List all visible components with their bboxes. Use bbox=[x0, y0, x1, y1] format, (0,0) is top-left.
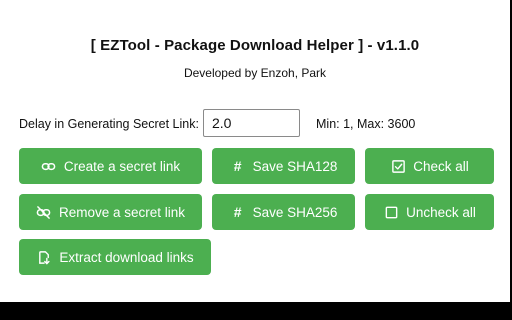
check-all-label: Check all bbox=[413, 158, 469, 174]
extract-download-links-label: Extract download links bbox=[59, 249, 194, 265]
hash-icon: # bbox=[233, 158, 242, 174]
check-all-button[interactable]: Check all bbox=[365, 148, 494, 184]
popup-panel: [ EZTool - Package Download Helper ] - v… bbox=[0, 0, 510, 302]
page-title: [ EZTool - Package Download Helper ] - v… bbox=[90, 37, 420, 54]
checked-box-icon bbox=[390, 158, 406, 174]
empty-box-icon bbox=[383, 204, 399, 220]
link-icon bbox=[41, 158, 57, 174]
remove-secret-link-button[interactable]: Remove a secret link bbox=[19, 194, 202, 230]
delay-input[interactable] bbox=[203, 109, 300, 137]
create-secret-link-button[interactable]: Create a secret link bbox=[19, 148, 202, 184]
delay-range-note: Min: 1, Max: 3600 bbox=[316, 117, 416, 131]
download-file-icon bbox=[36, 249, 52, 265]
extract-download-links-button[interactable]: Extract download links bbox=[19, 239, 211, 275]
link-off-icon bbox=[36, 204, 52, 220]
save-sha256-label: Save SHA256 bbox=[252, 204, 338, 220]
save-sha128-button[interactable]: # Save SHA128 bbox=[212, 148, 355, 184]
save-sha256-button[interactable]: # Save SHA256 bbox=[212, 194, 355, 230]
remove-secret-link-label: Remove a secret link bbox=[58, 204, 186, 220]
developer-credit: Developed by Enzoh, Park bbox=[183, 66, 327, 80]
delay-label: Delay in Generating Secret Link: bbox=[19, 117, 199, 131]
uncheck-all-label: Uncheck all bbox=[406, 204, 476, 220]
uncheck-all-button[interactable]: Uncheck all bbox=[365, 194, 494, 230]
create-secret-link-label: Create a secret link bbox=[63, 158, 181, 174]
hash-icon: # bbox=[233, 204, 242, 220]
save-sha128-label: Save SHA128 bbox=[252, 158, 338, 174]
